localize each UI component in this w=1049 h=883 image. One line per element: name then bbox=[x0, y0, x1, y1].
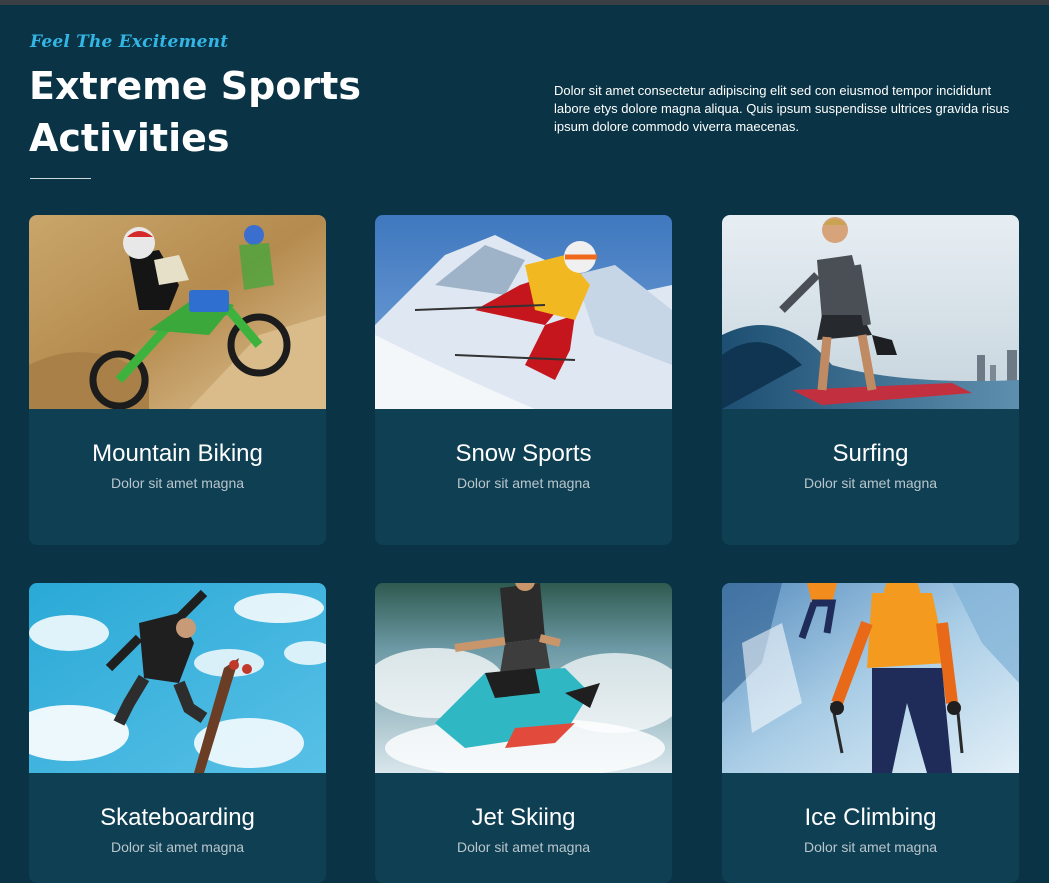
section-title: Extreme Sports Activities bbox=[29, 64, 361, 160]
activity-title: Surfing bbox=[832, 440, 909, 467]
activity-title: Snow Sports bbox=[455, 440, 592, 467]
ice-climber-photo bbox=[722, 583, 1019, 773]
activity-card-jet-skiing[interactable]: Jet Skiing Dolor sit amet magna bbox=[375, 583, 672, 883]
activity-card-ice-climbing[interactable]: Ice Climbing Dolor sit amet magna bbox=[722, 583, 1019, 883]
activity-card-snow-sports[interactable]: Snow Sports Dolor sit amet magna bbox=[375, 215, 672, 545]
activity-title: Jet Skiing bbox=[471, 804, 576, 831]
activity-title: Mountain Biking bbox=[92, 440, 263, 467]
skier-photo bbox=[375, 215, 672, 409]
skateboarder-photo bbox=[29, 583, 326, 773]
section-tagline: Feel The Excitement bbox=[30, 32, 229, 52]
activity-title: Skateboarding bbox=[100, 804, 255, 831]
activity-card-mountain-biking[interactable]: Mountain Biking Dolor sit amet magna bbox=[29, 215, 326, 545]
activity-card-surfing[interactable]: Surfing Dolor sit amet magna bbox=[722, 215, 1019, 545]
activity-card-skateboarding[interactable]: Skateboarding Dolor sit amet magna bbox=[29, 583, 326, 883]
surfer-photo bbox=[722, 215, 1019, 409]
motocross-rider-photo bbox=[29, 215, 326, 409]
jet-ski-photo bbox=[375, 583, 672, 773]
activity-description: Dolor sit amet magna bbox=[803, 839, 938, 855]
activity-description: Dolor sit amet magna bbox=[456, 475, 591, 491]
activity-description: Dolor sit amet magna bbox=[110, 839, 245, 855]
activity-description: Dolor sit amet magna bbox=[110, 475, 245, 491]
activity-description: Dolor sit amet magna bbox=[456, 839, 591, 855]
activity-title: Ice Climbing bbox=[804, 804, 937, 831]
section-intro: Dolor sit amet consectetur adipiscing el… bbox=[554, 83, 1010, 134]
browser-top-bar bbox=[0, 0, 1049, 5]
title-divider bbox=[30, 178, 91, 179]
activity-description: Dolor sit amet magna bbox=[803, 475, 938, 491]
